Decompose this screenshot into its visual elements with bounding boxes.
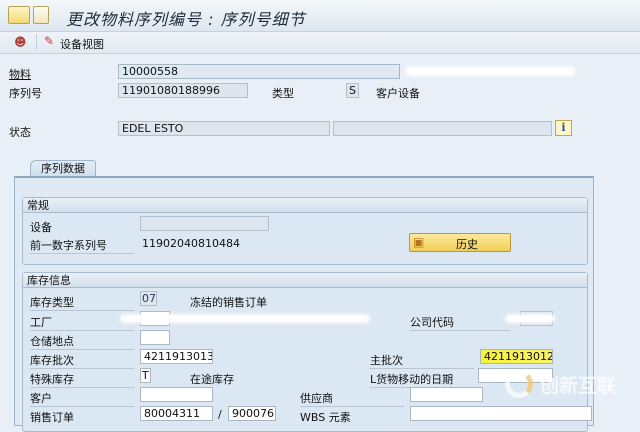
users-icon[interactable]: ☻ [14, 35, 27, 49]
general-group: 常规 [22, 197, 588, 265]
material-field[interactable]: 10000558 [118, 64, 400, 79]
menu-dropdown-button[interactable] [33, 6, 49, 24]
toolbar: ☻ ✎ 设备视图 [0, 32, 640, 54]
page-title: 更改物料序列编号 : 序列号细节 [66, 10, 306, 29]
system-menu-button[interactable] [8, 6, 30, 24]
company-code-label: 公司代码 [410, 314, 510, 331]
sales-item-separator: / [218, 408, 222, 421]
title-bar: 更改物料序列编号 : 序列号细节 [0, 0, 640, 32]
storage-location-label: 仓储地点 [30, 333, 134, 350]
last-movement-date-label: L货物移动的日期 [370, 371, 474, 388]
toolbar-divider [36, 34, 37, 50]
type-field[interactable]: S [346, 83, 359, 98]
serial-label: 序列号 [9, 87, 42, 100]
status-field[interactable]: EDEL ESTO [118, 121, 330, 136]
equipment-label: 设备 [30, 221, 52, 234]
main-batch-label: 主批次 [370, 352, 474, 369]
redacted-text [405, 66, 575, 76]
stock-group-title: 库存信息 [23, 273, 587, 288]
special-stock-text: 在途库存 [190, 373, 234, 386]
wbs-label: WBS 元素 [300, 411, 351, 424]
type-text: 客户设备 [376, 87, 420, 100]
tab-serial-data[interactable]: 序列数据 [30, 160, 96, 177]
type-label: 类型 [272, 87, 294, 100]
sales-order-field[interactable]: 80004311 [140, 406, 213, 421]
serial-field[interactable]: 11901080188996 [118, 83, 248, 98]
stock-type-label: 库存类型 [30, 294, 134, 311]
wbs-field[interactable] [410, 406, 592, 421]
vendor-field[interactable] [410, 387, 483, 402]
history-button[interactable]: ▣ 历史 [409, 233, 511, 252]
customer-field[interactable] [140, 387, 213, 402]
general-group-title: 常规 [23, 198, 587, 213]
plant-label: 工厂 [30, 314, 134, 331]
main-batch-field[interactable]: 4211913012 [480, 349, 553, 364]
info-icon[interactable]: i [555, 120, 572, 136]
customer-label: 客户 [30, 390, 134, 407]
redacted-text [120, 314, 370, 323]
watermark-logo-icon [505, 370, 533, 398]
storage-location-field[interactable] [140, 330, 170, 345]
prev-serial-value: 11902040810484 [142, 237, 240, 250]
prev-serial-label: 前一数字系列号 [30, 237, 134, 254]
status-label: 状态 [9, 126, 31, 139]
stock-batch-field[interactable]: 4211913013 [140, 349, 213, 364]
sales-order-label: 销售订单 [30, 411, 74, 424]
material-label: 物料 [9, 68, 31, 81]
vendor-label: 供应商 [300, 390, 404, 407]
equipment-field[interactable] [140, 216, 269, 231]
stock-batch-label: 库存批次 [30, 352, 134, 369]
watermark-text: 创新互联 [540, 375, 617, 397]
pencil-icon[interactable]: ✎ [44, 34, 54, 48]
status-field-2[interactable] [333, 121, 552, 136]
special-stock-field[interactable]: T [140, 368, 151, 383]
history-icon: ▣ [413, 235, 425, 249]
equipment-view-button[interactable]: 设备视图 [60, 36, 104, 52]
history-button-label: 历史 [456, 238, 478, 251]
stock-type-field[interactable]: 07 [140, 291, 157, 306]
redacted-text [505, 314, 555, 323]
sales-item-field[interactable]: 900076 [228, 406, 276, 421]
stock-type-text: 冻结的销售订单 [190, 296, 267, 309]
special-stock-label: 特殊库存 [30, 371, 134, 388]
